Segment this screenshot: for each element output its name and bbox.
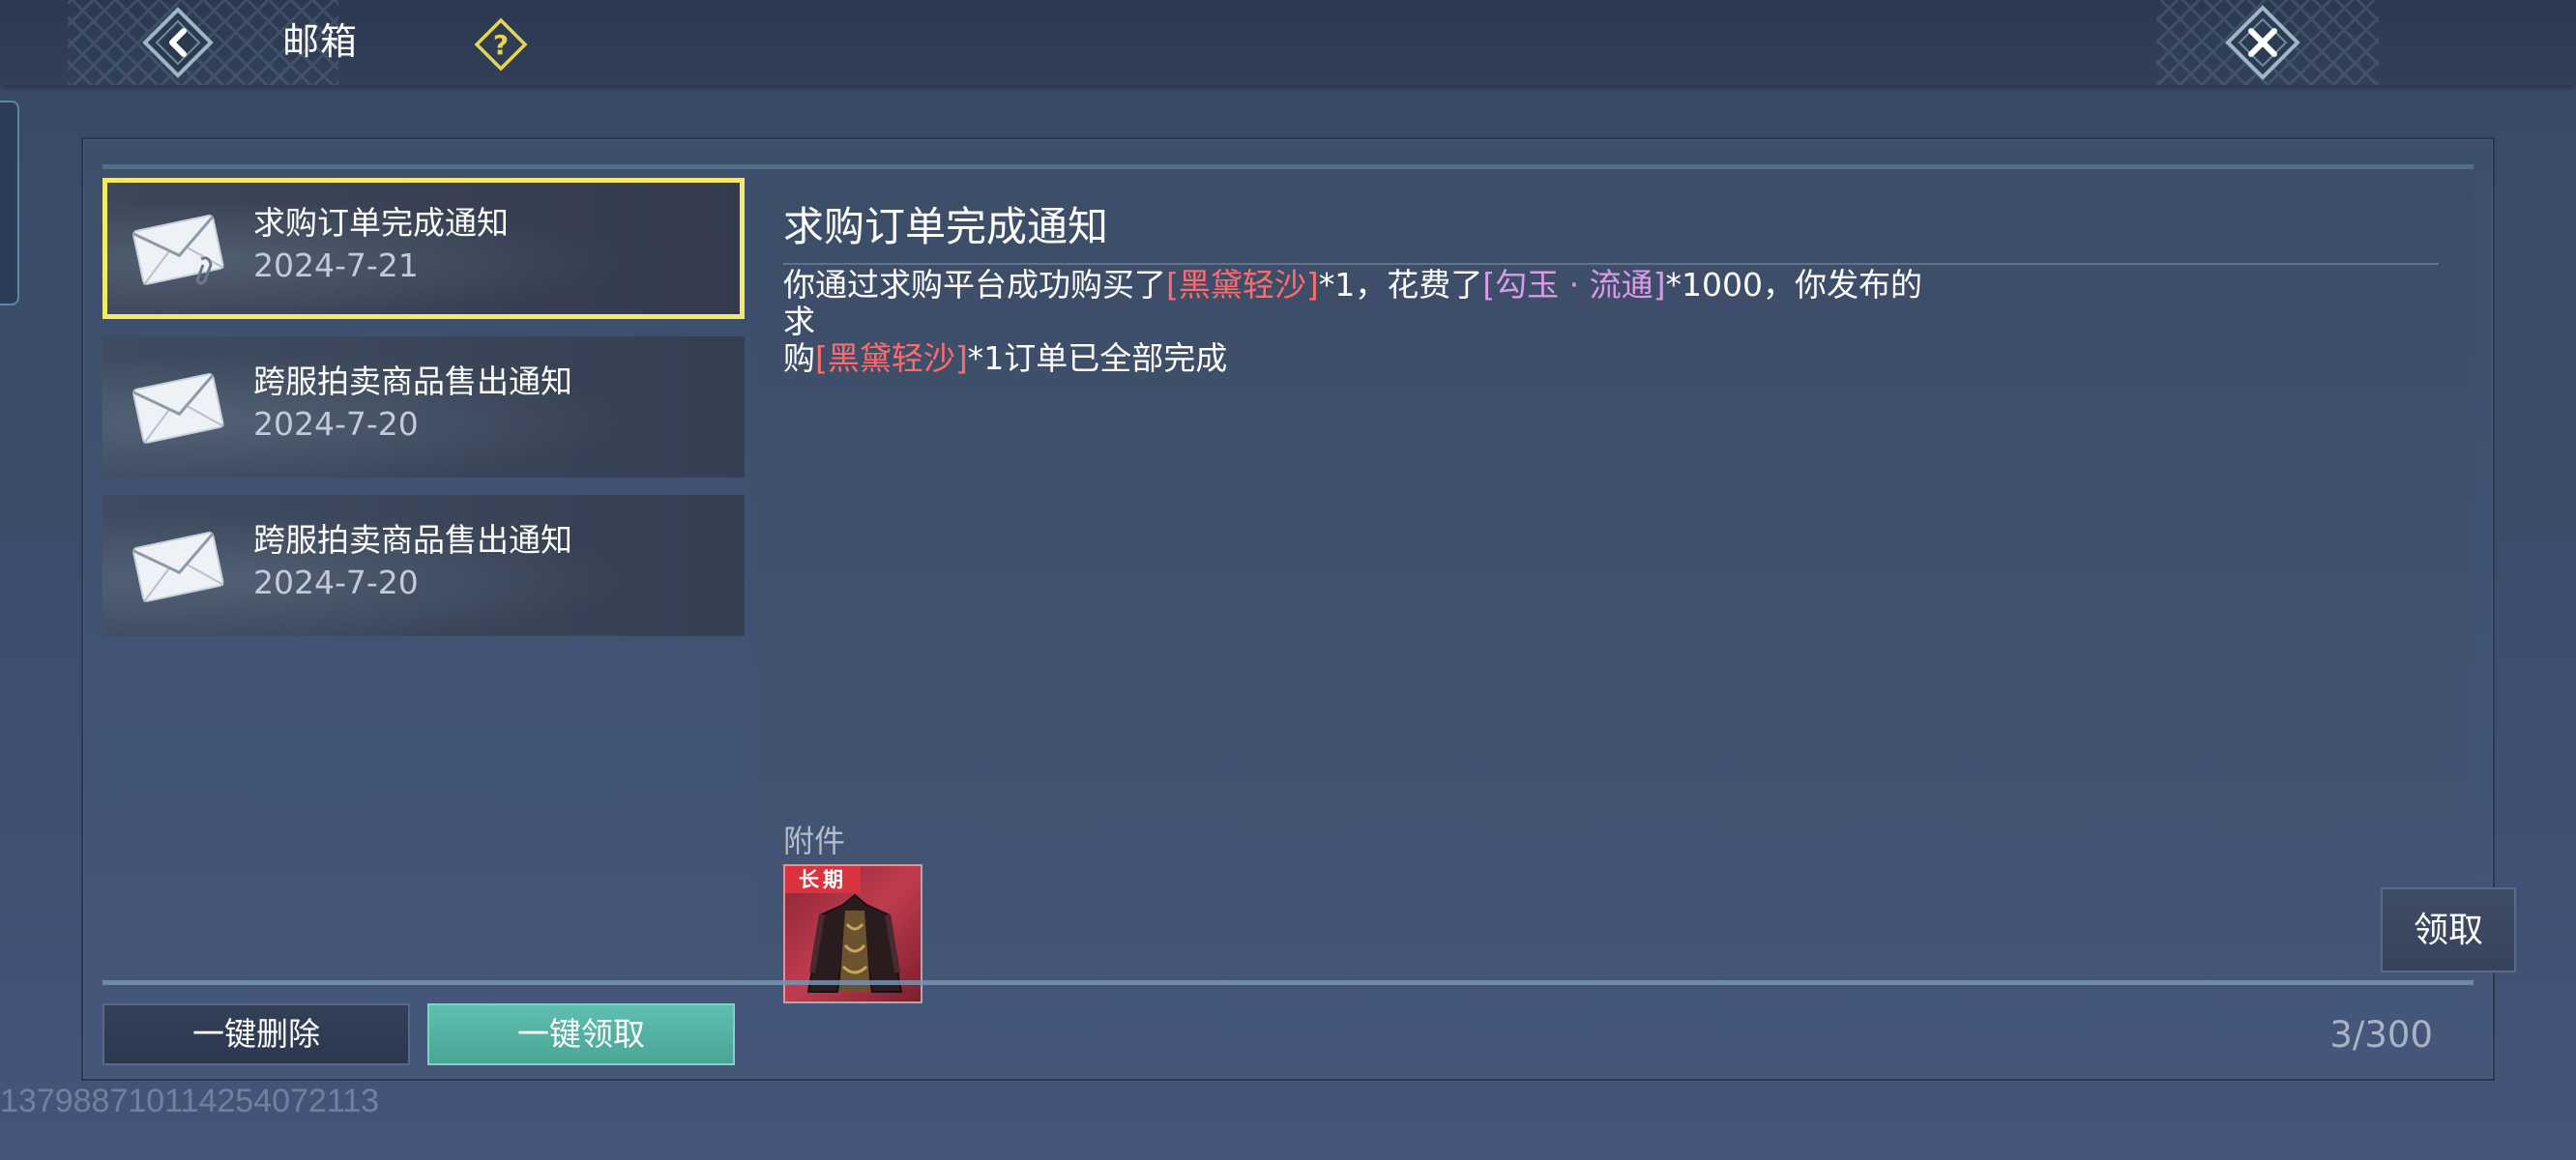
claim-all-button[interactable]: 一键领取 bbox=[427, 1003, 735, 1065]
divider bbox=[102, 980, 2474, 985]
mail-item-date: 2024-7-21 bbox=[253, 246, 419, 284]
question-mark-icon: ? bbox=[474, 17, 528, 72]
back-arrow-icon bbox=[142, 7, 214, 78]
help-button[interactable]: ? bbox=[474, 17, 528, 72]
detail-body: 你通过求购平台成功购买了[黑黛轻沙]*1，花费了[勾玉 · 流通]*1000，你… bbox=[783, 267, 1924, 377]
close-x-icon bbox=[2225, 5, 2300, 80]
close-button[interactable] bbox=[2224, 4, 2301, 81]
top-bar: 邮箱 ? bbox=[0, 0, 2576, 85]
mail-item-date: 2024-7-20 bbox=[253, 564, 419, 601]
body-text: 你通过求购平台成功购买了 bbox=[783, 266, 1166, 304]
mail-item-2[interactable]: 跨服拍卖商品售出通知 2024-7-20 bbox=[102, 336, 745, 478]
mail-item-1[interactable]: 求购订单完成通知 2024-7-21 bbox=[102, 178, 745, 319]
user-id: 137988710114254072113 bbox=[0, 1083, 380, 1119]
mail-item-title: 求购订单完成通知 bbox=[253, 204, 509, 242]
svg-text:?: ? bbox=[493, 29, 509, 61]
body-text: *1，花费了 bbox=[1318, 266, 1483, 304]
mail-detail: 求购订单完成通知 你通过求购平台成功购买了[黑黛轻沙]*1，花费了[勾玉 · 流… bbox=[752, 174, 2516, 1003]
mail-item-title: 跨服拍卖商品售出通知 bbox=[253, 521, 572, 559]
envelope-icon bbox=[132, 373, 224, 445]
detail-title: 求购订单完成通知 bbox=[783, 203, 1109, 250]
currency-link[interactable]: [勾玉 · 流通] bbox=[1482, 266, 1665, 304]
attachment-badge: 长期 bbox=[785, 866, 861, 893]
envelope-icon bbox=[132, 532, 224, 603]
mail-item-date: 2024-7-20 bbox=[253, 405, 419, 443]
item-link[interactable]: [黑黛轻沙] bbox=[1166, 266, 1319, 304]
delete-all-button[interactable]: 一键删除 bbox=[102, 1003, 410, 1065]
page-title: 邮箱 bbox=[282, 20, 359, 63]
attachment-label: 附件 bbox=[783, 823, 846, 859]
side-tab[interactable] bbox=[0, 101, 19, 305]
claim-button[interactable]: 领取 bbox=[2381, 887, 2516, 972]
body-text: *1订单已全部完成 bbox=[967, 339, 1228, 377]
mailbox-panel: 求购订单完成通知 2024-7-21 跨服拍卖商品售出通知 2024-7-20 bbox=[81, 137, 2516, 1081]
detail-divider bbox=[783, 263, 2439, 265]
envelope-attachment-icon bbox=[132, 215, 224, 286]
mail-item-title: 跨服拍卖商品售出通知 bbox=[253, 362, 572, 400]
mail-item-3[interactable]: 跨服拍卖商品售出通知 2024-7-20 bbox=[102, 495, 745, 636]
item-link[interactable]: [黑黛轻沙] bbox=[815, 339, 968, 377]
mail-count: 3/300 bbox=[2329, 1014, 2433, 1056]
divider bbox=[102, 164, 2474, 169]
back-button[interactable] bbox=[141, 6, 215, 79]
body-text: 购 bbox=[783, 339, 815, 377]
